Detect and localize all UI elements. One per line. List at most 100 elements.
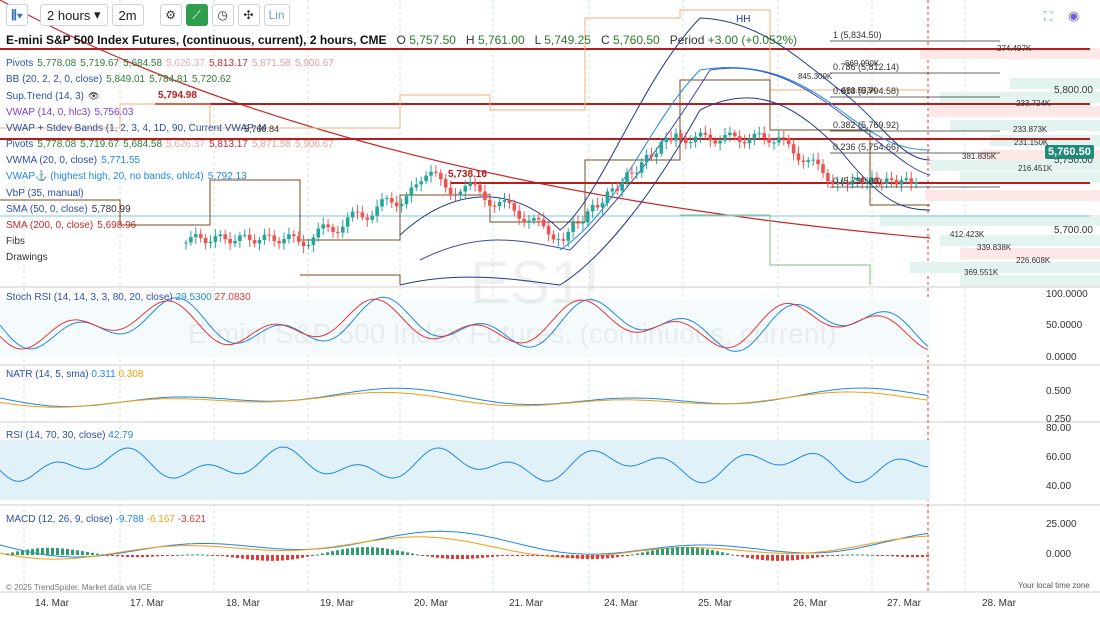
macd-hist-bar — [896, 555, 899, 557]
candle-body — [409, 187, 414, 196]
candle-body — [414, 184, 419, 188]
candle-body — [522, 218, 526, 223]
legend-label: SMA (200, 0, close) — [6, 220, 94, 231]
macd-hist-bar — [821, 555, 824, 557]
ohlc-close: C 5,760.50 — [601, 33, 660, 47]
legend-value: 5,719.67 — [80, 139, 120, 150]
legend-item[interactable]: Fibs — [6, 236, 29, 248]
macd-hist-bar — [66, 548, 69, 555]
macd-hist-bar — [561, 555, 564, 558]
legend-item[interactable]: VWMA (20, 0, close) 5,771.55 — [6, 155, 144, 167]
macd-hist-bar — [86, 551, 89, 555]
candle-body — [571, 222, 575, 232]
legend-item[interactable]: BB (20, 2, 2, 0, close) 5,849.01 5,784.81 5… — [6, 74, 235, 86]
macd-hist-bar — [201, 554, 204, 556]
indicator-axis-label: 40.00 — [1046, 481, 1072, 492]
macd-hist-bar — [671, 547, 674, 555]
stoch-rsi-label[interactable]: Stoch RSI (14, 14, 3, 3, 80, 20, close) … — [6, 292, 251, 303]
fullscreen-icon[interactable]: ⛶ — [1044, 9, 1052, 24]
macd-label[interactable]: MACD (12, 26, 9, close) -9.788 -6.167 -3… — [6, 514, 206, 525]
macd-hist-bar — [246, 555, 249, 560]
macd-hist-bar — [591, 555, 594, 560]
legend-item[interactable]: SMA (50, 0, close) 5,780.99 — [6, 204, 135, 216]
candle-body — [737, 136, 742, 142]
legend-item[interactable]: SMA (200, 0, close) 5,698.96 — [6, 220, 140, 232]
macd-hist-bar — [351, 547, 354, 555]
legend-item[interactable]: Pivots 5,778.08 5,719.67 5,684.58 5,626.37 5,… — [6, 58, 338, 70]
camera-icon[interactable]: ◉ — [1068, 8, 1079, 24]
candle-body — [551, 234, 556, 240]
candle-body — [786, 138, 791, 145]
candle-body — [747, 139, 752, 144]
macd-hist-bar — [186, 554, 189, 556]
candle-body — [561, 239, 566, 241]
macd-hist-bar — [451, 555, 454, 559]
candle-body — [267, 234, 272, 236]
macd-hist-bar — [71, 549, 74, 555]
macd-hist-bar — [436, 555, 439, 558]
date-label: 21. Mar — [509, 598, 543, 609]
fib-label: 1 (5,834.50) — [833, 30, 882, 40]
macd-hist-bar — [61, 548, 64, 555]
volume-label: 845.309K — [798, 72, 833, 81]
macd-hist-bar — [261, 555, 264, 561]
volume-profile-bar — [910, 262, 1100, 273]
macd-hist-bar — [191, 554, 194, 556]
macd-hist-bar — [506, 555, 509, 556]
rsi-label[interactable]: RSI (14, 70, 30, close) 42.79 — [6, 430, 133, 441]
volume-label: 339.838K — [977, 243, 1012, 252]
candle-body — [532, 218, 536, 221]
legend-item[interactable]: Sup.Trend (14, 3) 👁 — [6, 90, 103, 103]
clock-icon[interactable]: ◷ — [211, 4, 234, 26]
candle-body — [674, 133, 678, 141]
macd-hist-bar — [556, 555, 559, 557]
macd-hist-bar — [456, 555, 459, 560]
legend-item[interactable]: VbP (35, manual) — [6, 188, 88, 200]
candle-body — [909, 178, 913, 185]
legend-item[interactable]: VWAP⚓ (highest high, 20, no bands, ohlc4… — [6, 171, 251, 183]
candle-body — [635, 172, 639, 174]
c-val: 5,760.50 — [612, 33, 660, 47]
macd-hist-bar — [666, 548, 669, 555]
volume-label: 226.608K — [1016, 256, 1051, 265]
pane-label-part: NATR (14, 5, sma) — [6, 369, 92, 380]
legend-value: 5,906.67 — [294, 58, 334, 69]
macd-hist-bar — [791, 555, 794, 561]
interval-select[interactable]: 2 hours ▾ — [40, 4, 108, 26]
candle-body — [586, 211, 590, 223]
legend-item[interactable]: VWAP (14, 0, hlc3) 5,756.03 — [6, 107, 137, 119]
chart-type-button[interactable]: ⫼▾ — [6, 4, 28, 26]
natr-label[interactable]: NATR (14, 5, sma) 0.311 0.308 — [6, 369, 143, 380]
candle-body — [659, 142, 664, 154]
macd-hist-bar — [281, 555, 284, 561]
eye-icon[interactable]: 👁 — [88, 91, 99, 101]
interval2-select[interactable]: 2m — [111, 4, 144, 26]
interval2-label: 2m — [118, 7, 137, 23]
period-change: Period +3.00 (+0.052%) — [670, 33, 797, 47]
lin-button[interactable]: Lin — [263, 4, 290, 26]
legend-item[interactable]: Pivots 5,778.08 5,719.67 5,684.58 5,626.37 5,… — [6, 139, 338, 151]
candle-body — [394, 202, 399, 207]
macd-hist-bar — [411, 553, 414, 555]
fib-label: 0.382 (5,769.92) — [833, 120, 900, 130]
date-label: 19. Mar — [320, 598, 354, 609]
current-price-badge: 5,760.50 — [1045, 145, 1094, 159]
legend-item[interactable]: VWAP + Stdev Bands (1, 2, 3, 4, 1D, 90, … — [6, 123, 270, 135]
macd-hist-bar — [441, 555, 444, 559]
pane-label-part: 27.0830 — [214, 292, 251, 303]
candle-body — [404, 195, 409, 205]
pane-label-part: -9.788 — [115, 514, 147, 525]
candle-body — [458, 191, 463, 196]
trend-tool-icon[interactable]: ⟋ — [185, 4, 208, 26]
candle-body — [620, 182, 624, 191]
crosshair-icon[interactable]: ✣ — [237, 4, 260, 26]
macd-hist-bar — [861, 554, 864, 556]
legend-item[interactable]: Drawings — [6, 252, 52, 264]
pane-label-part: -6.167 — [146, 514, 178, 525]
macd-hist-bar — [806, 555, 809, 559]
pane-label-part: -3.621 — [177, 514, 207, 525]
gear-icon[interactable]: ⚙ — [159, 4, 182, 26]
macd-hist-bar — [366, 547, 369, 555]
macd-hist-bar — [921, 555, 924, 558]
candle-body — [649, 154, 654, 158]
